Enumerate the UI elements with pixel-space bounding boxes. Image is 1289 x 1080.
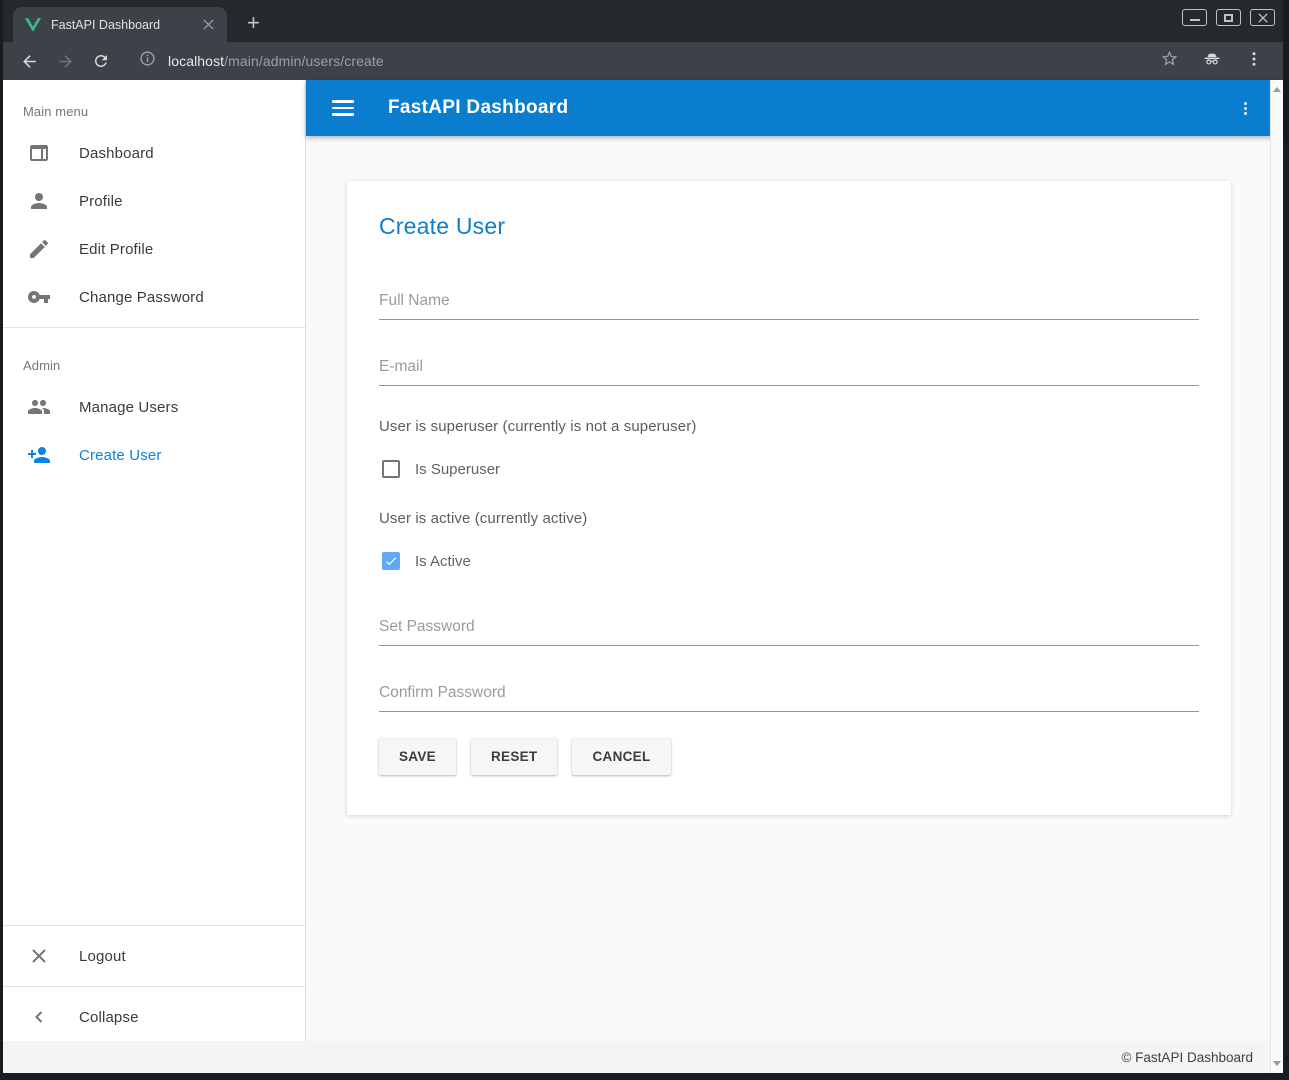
sidebar-section-main-menu: Main menu <box>3 80 305 129</box>
full-name-field <box>379 292 1199 320</box>
sidebar-item-profile[interactable]: Profile <box>3 177 305 225</box>
sidebar-item-label: Manage Users <box>79 399 178 416</box>
email-input[interactable] <box>379 358 1199 376</box>
minimize-button[interactable] <box>1182 9 1207 26</box>
back-icon[interactable] <box>15 47 43 75</box>
scroll-up-icon[interactable] <box>1273 87 1281 92</box>
is-superuser-label: Is Superuser <box>415 461 500 478</box>
sidebar-item-label: Profile <box>79 193 123 210</box>
full-name-input[interactable] <box>379 292 1199 310</box>
forward-icon[interactable] <box>51 47 79 75</box>
chevron-left-icon <box>27 1005 51 1029</box>
app-title: FastAPI Dashboard <box>388 97 1233 119</box>
sidebar-item-manage-users[interactable]: Manage Users <box>3 383 305 431</box>
confirm-password-input[interactable] <box>379 684 1199 702</box>
address-bar[interactable]: localhost/main/admin/users/create <box>139 50 1160 72</box>
vue-logo-icon <box>25 18 41 32</box>
hamburger-menu-icon[interactable] <box>332 100 354 116</box>
url-text: localhost/main/admin/users/create <box>168 53 384 69</box>
create-user-card: Create User User is superuser (currently… <box>347 181 1231 815</box>
maximize-button[interactable] <box>1216 9 1241 26</box>
people-icon <box>27 395 51 419</box>
toolbar-actions <box>1160 49 1269 74</box>
is-superuser-checkbox[interactable] <box>382 460 400 478</box>
main-area: FastAPI Dashboard Create User <box>306 80 1283 1041</box>
sidebar-item-dashboard[interactable]: Dashboard <box>3 129 305 177</box>
close-window-button[interactable] <box>1250 9 1275 26</box>
browser-toolbar: localhost/main/admin/users/create <box>3 42 1283 80</box>
form-actions: SAVE RESET CANCEL <box>379 738 1199 775</box>
dashboard-icon <box>27 141 51 165</box>
tab-close-icon[interactable] <box>199 16 217 34</box>
scroll-down-icon[interactable] <box>1273 1061 1281 1066</box>
page-scrollbar[interactable] <box>1270 80 1283 1073</box>
sidebar-item-label: Edit Profile <box>79 241 153 258</box>
sidebar-item-edit-profile[interactable]: Edit Profile <box>3 225 305 273</box>
sidebar-section-admin: Admin <box>3 334 305 383</box>
set-password-input[interactable] <box>379 618 1199 636</box>
email-field <box>379 358 1199 386</box>
reload-icon[interactable] <box>87 47 115 75</box>
sidebar-item-label: Dashboard <box>79 145 154 162</box>
key-icon <box>27 285 51 309</box>
app-header: FastAPI Dashboard <box>306 80 1283 136</box>
save-button[interactable]: SAVE <box>379 738 456 775</box>
tab-title: FastAPI Dashboard <box>51 18 199 32</box>
site-info-icon[interactable] <box>139 50 156 72</box>
url-path: /main/admin/users/create <box>224 53 384 69</box>
app-page: Main menu Dashboard Profile Edit Profile… <box>3 80 1283 1073</box>
browser-tab[interactable]: FastAPI Dashboard <box>13 7 227 42</box>
header-menu-icon[interactable] <box>1233 96 1257 120</box>
person-icon <box>27 189 51 213</box>
sidebar-item-label: Logout <box>79 948 126 965</box>
sidebar-item-change-password[interactable]: Change Password <box>3 273 305 321</box>
bookmark-star-icon[interactable] <box>1160 49 1179 73</box>
browser-window: FastAPI Dashboard + <box>0 0 1289 1080</box>
confirm-password-field <box>379 684 1199 712</box>
reset-button[interactable]: RESET <box>471 738 558 775</box>
sidebar-item-label: Change Password <box>79 289 204 306</box>
sidebar: Main menu Dashboard Profile Edit Profile… <box>3 80 306 1041</box>
is-active-row[interactable]: Is Active <box>379 552 1199 570</box>
sidebar-item-logout[interactable]: Logout <box>3 932 305 980</box>
incognito-icon <box>1201 49 1223 74</box>
tab-strip: FastAPI Dashboard + <box>3 0 1283 42</box>
sidebar-item-collapse[interactable]: Collapse <box>3 993 305 1041</box>
browser-menu-icon[interactable] <box>1245 50 1263 73</box>
window-controls <box>1182 9 1275 26</box>
sidebar-divider <box>3 925 305 926</box>
pencil-icon <box>27 237 51 261</box>
sidebar-item-create-user[interactable]: Create User <box>3 431 305 479</box>
cancel-button[interactable]: CANCEL <box>572 738 670 775</box>
set-password-field <box>379 618 1199 646</box>
is-active-label: Is Active <box>415 553 471 570</box>
new-tab-button[interactable]: + <box>247 12 260 34</box>
is-superuser-row[interactable]: Is Superuser <box>379 460 1199 478</box>
page-title: Create User <box>379 213 1199 240</box>
browser-chrome: FastAPI Dashboard + <box>3 0 1283 80</box>
copyright-text: © FastAPI Dashboard <box>1121 1050 1253 1065</box>
url-host: localhost <box>168 53 224 69</box>
active-hint: User is active (currently active) <box>379 510 1199 527</box>
close-x-icon <box>27 944 51 968</box>
sidebar-item-label: Create User <box>79 447 162 464</box>
is-active-checkbox[interactable] <box>382 552 400 570</box>
person-add-icon <box>27 443 51 467</box>
sidebar-item-label: Collapse <box>79 1009 139 1026</box>
content-area: Create User User is superuser (currently… <box>306 136 1283 1041</box>
sidebar-divider <box>3 986 305 987</box>
superuser-hint: User is superuser (currently is not a su… <box>379 418 1199 435</box>
check-icon <box>384 553 398 569</box>
sidebar-divider <box>3 327 305 328</box>
page-footer: © FastAPI Dashboard <box>3 1041 1283 1073</box>
